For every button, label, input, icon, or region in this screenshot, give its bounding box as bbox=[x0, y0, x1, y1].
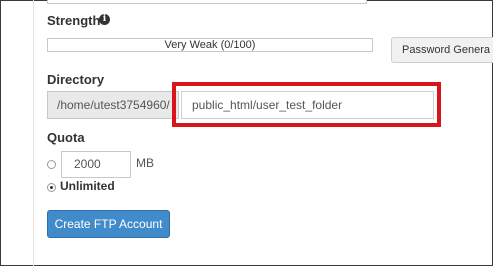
previous-field-edge[interactable] bbox=[47, 0, 367, 4]
password-generator-button[interactable]: Password Genera bbox=[391, 37, 493, 63]
strength-meter: Very Weak (0/100) bbox=[47, 38, 373, 52]
directory-label: Directory bbox=[47, 72, 105, 87]
quota-input[interactable]: 2000 bbox=[61, 151, 131, 178]
directory-prefix: /home/utest3754960/ bbox=[47, 91, 179, 119]
quota-label: Quota bbox=[47, 130, 85, 145]
info-circle-icon[interactable]: i bbox=[99, 14, 110, 25]
create-ftp-account-button[interactable]: Create FTP Account bbox=[47, 210, 170, 238]
quota-limited-radio[interactable] bbox=[47, 160, 56, 169]
left-rule bbox=[33, 0, 34, 266]
strength-label: Strength bbox=[47, 13, 101, 28]
quota-unlimited-label[interactable]: Unlimited bbox=[60, 179, 115, 193]
directory-highlight-box bbox=[172, 82, 441, 127]
strength-meter-text: Very Weak (0/100) bbox=[164, 39, 256, 51]
quota-unit: MB bbox=[136, 156, 154, 170]
quota-unlimited-radio[interactable] bbox=[47, 183, 56, 192]
